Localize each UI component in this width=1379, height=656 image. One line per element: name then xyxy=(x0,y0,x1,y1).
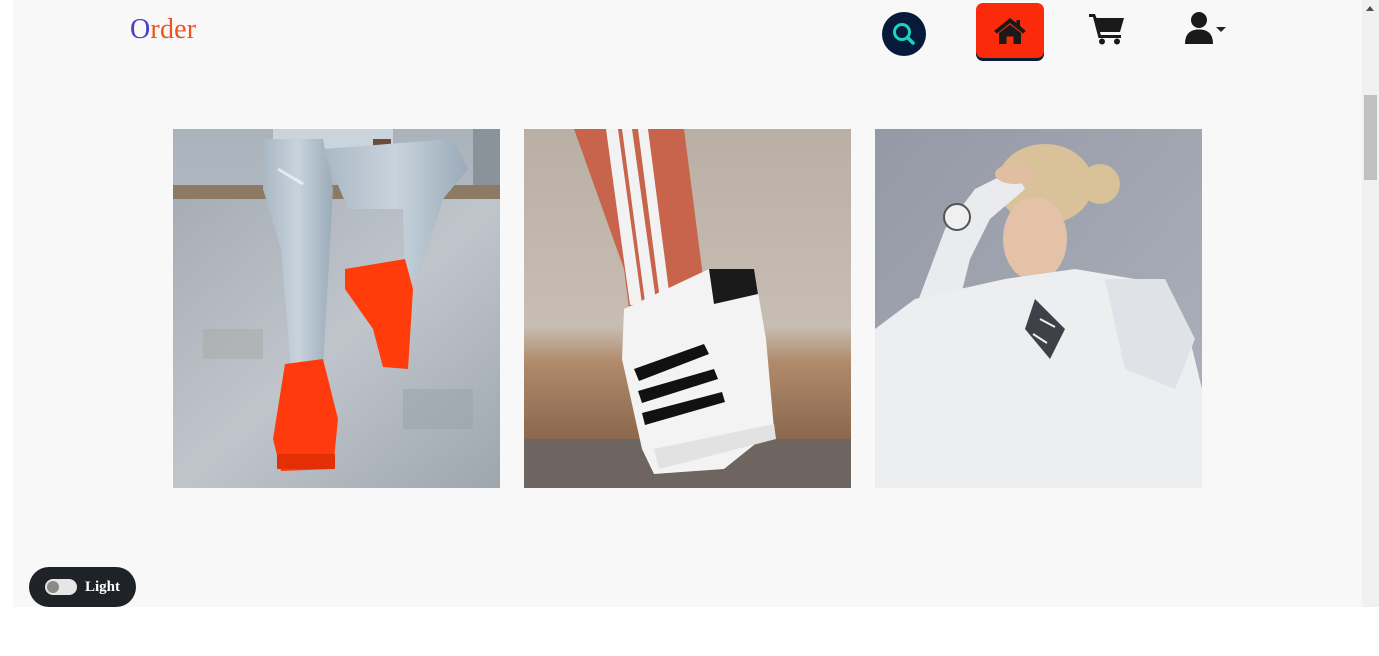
gallery-image-2[interactable] xyxy=(524,129,851,488)
gallery-image-3[interactable] xyxy=(875,129,1202,488)
theme-label: Light xyxy=(85,578,121,595)
cart-icon xyxy=(1089,14,1124,45)
chevron-down-icon xyxy=(1216,26,1226,32)
search-button[interactable] xyxy=(882,12,926,56)
user-menu-button[interactable] xyxy=(1184,10,1232,46)
viewport: Order Light xyxy=(0,0,1379,607)
logo-rest: rder xyxy=(150,14,197,45)
switch-knob xyxy=(47,581,59,593)
theme-toggle[interactable]: Light xyxy=(29,567,136,607)
user-icon xyxy=(1185,12,1213,44)
hoodie-woman-image xyxy=(875,129,1202,488)
gallery-image-1[interactable] xyxy=(173,129,500,488)
scroll-thumb[interactable] xyxy=(1364,95,1377,180)
scroll-up-arrow-icon[interactable] xyxy=(1366,6,1374,11)
logo-first-letter: O xyxy=(130,14,151,45)
brand-logo[interactable]: Order xyxy=(130,14,196,46)
home-button[interactable] xyxy=(976,3,1044,58)
home-icon xyxy=(994,17,1026,44)
cart-button[interactable] xyxy=(1087,10,1127,46)
scrollbar[interactable] xyxy=(1362,0,1379,607)
page: Order xyxy=(13,0,1362,607)
search-icon xyxy=(893,23,915,45)
theme-switch[interactable] xyxy=(45,579,77,595)
superstar-sneaker-image xyxy=(524,129,851,488)
sneakers-image xyxy=(173,129,500,488)
